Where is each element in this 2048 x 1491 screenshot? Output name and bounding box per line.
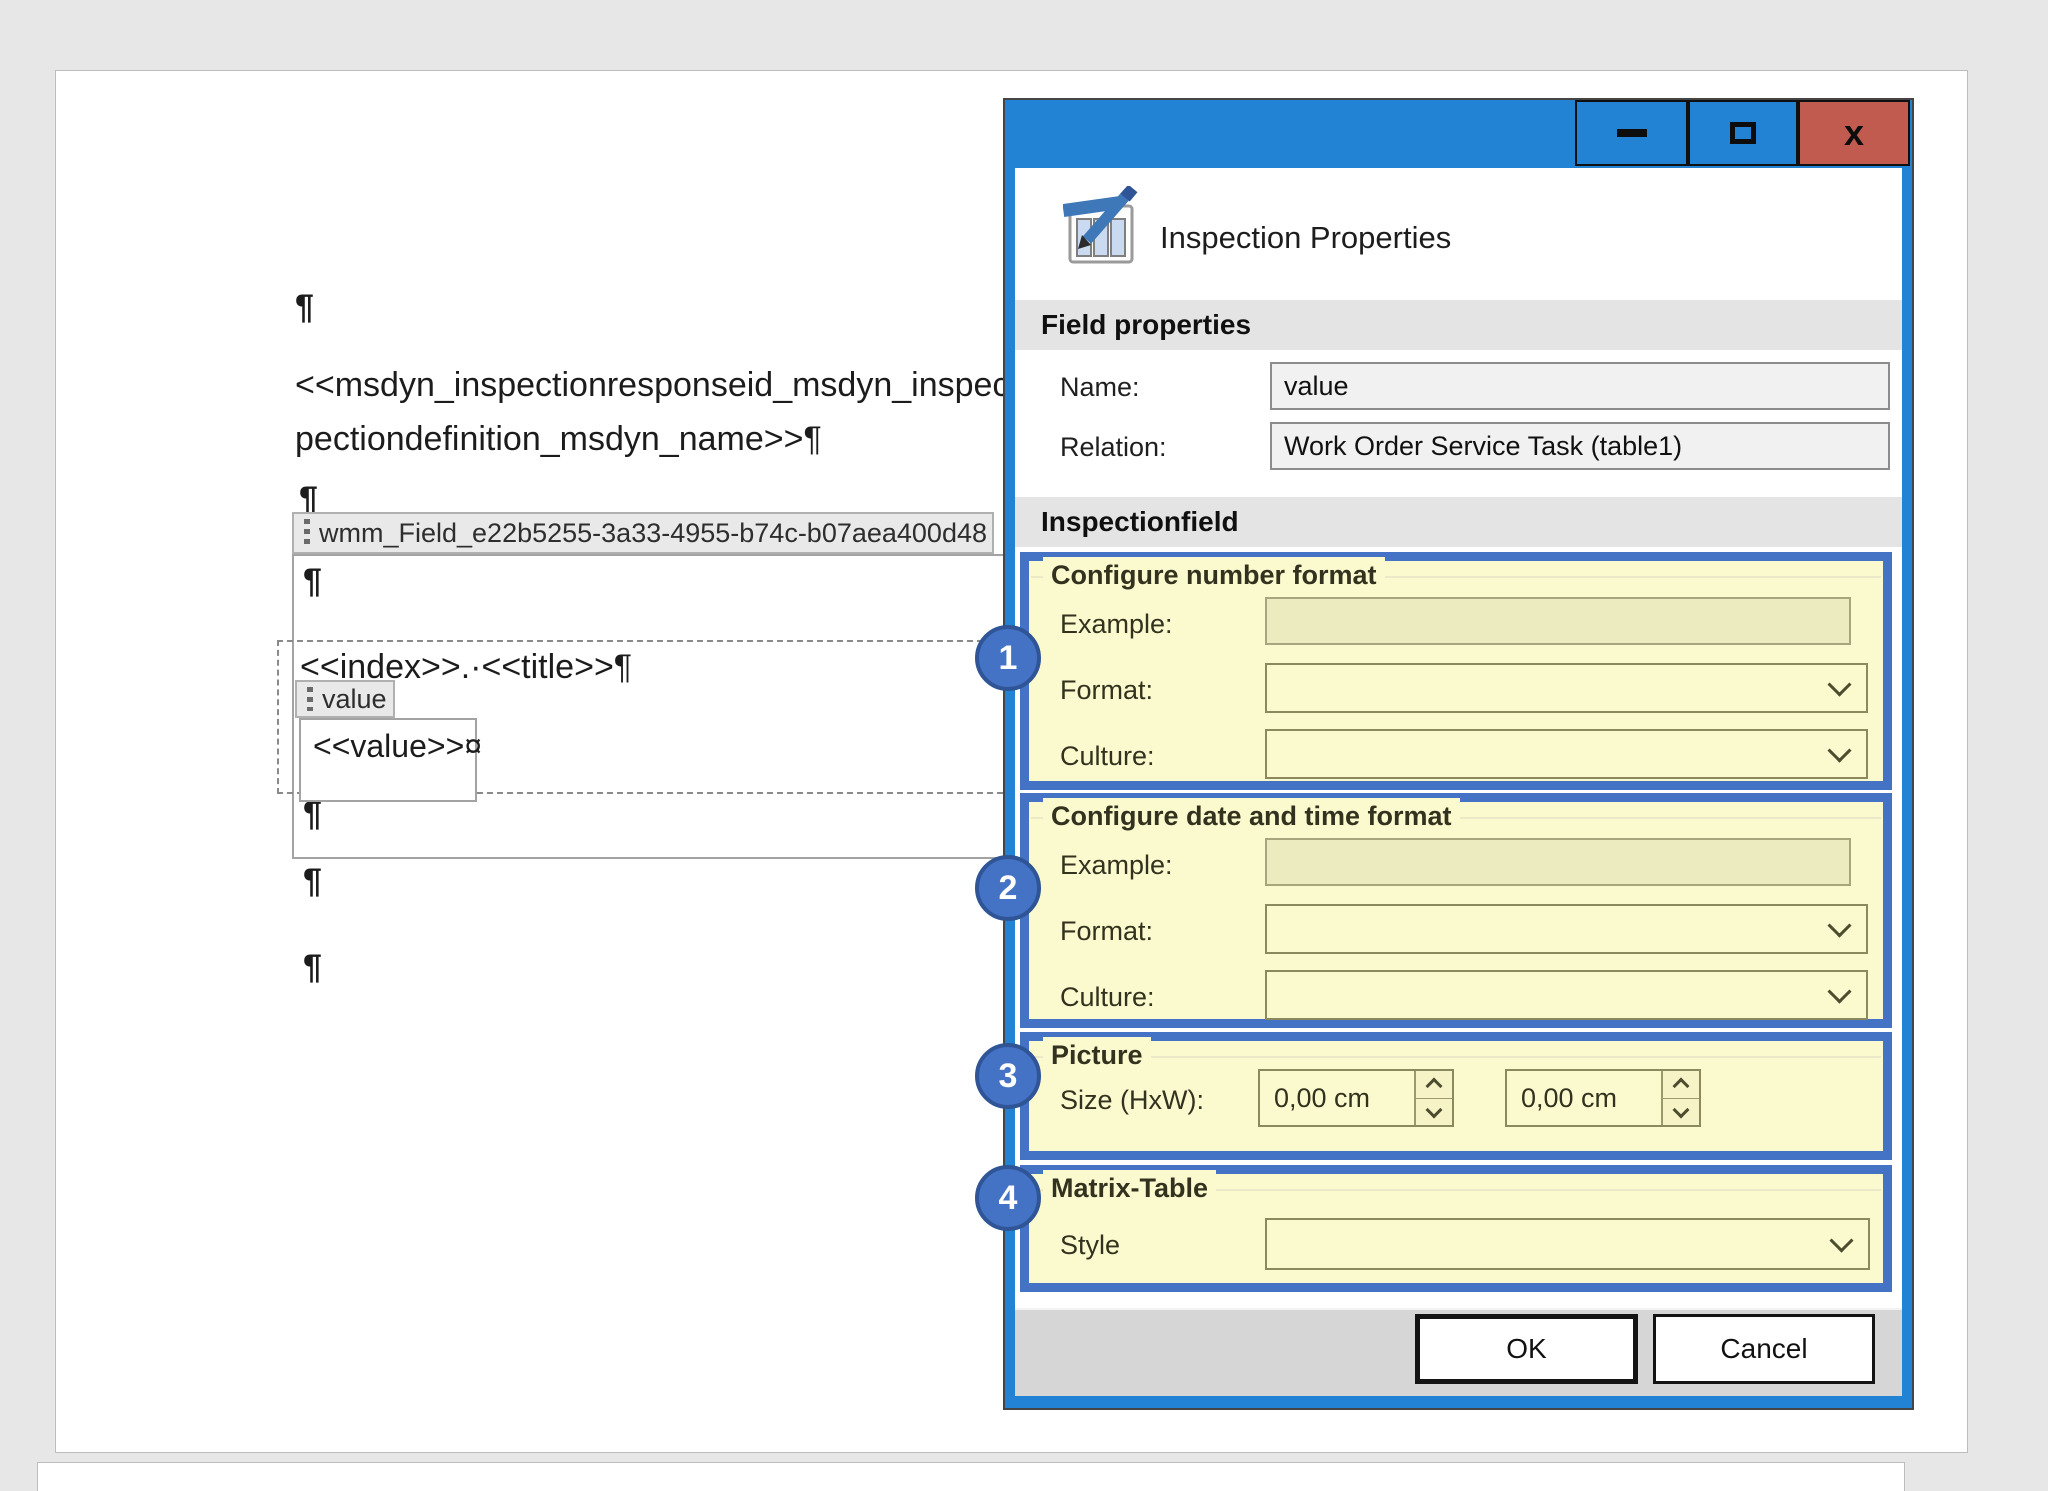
maximize-button[interactable]: [1688, 100, 1798, 166]
picture-height-value: 0,00 cm: [1274, 1071, 1370, 1125]
cancel-button[interactable]: Cancel: [1653, 1314, 1875, 1384]
maximize-icon: [1730, 122, 1756, 144]
number-example-input: [1265, 597, 1851, 645]
paragraph-mark: ¶: [303, 562, 322, 601]
close-button[interactable]: x: [1798, 100, 1910, 166]
chevron-down-icon: [1827, 739, 1851, 763]
value-cell[interactable]: <<value>>¤: [299, 718, 477, 802]
datetime-example-input: [1265, 838, 1851, 886]
picture-height-spinner[interactable]: 0,00 cm: [1258, 1069, 1454, 1127]
size-hxw-label: Size (HxW):: [1060, 1085, 1204, 1116]
picture-width-spinner[interactable]: 0,00 cm: [1505, 1069, 1701, 1127]
example-label: Example:: [1060, 850, 1173, 881]
chevron-down-icon: [1673, 1101, 1690, 1118]
content-control-tag[interactable]: wmm_Field_e22b5255-3a33-4955-b74c-b07aea…: [292, 512, 994, 554]
group-legend: Matrix-Table: [1043, 1170, 1216, 1206]
annotation-badge-1: 1: [975, 625, 1041, 691]
culture-label: Culture:: [1060, 982, 1155, 1013]
app-background: ¶ <<msdyn_inspectionresponseid_msdyn_ins…: [0, 0, 2048, 1491]
datetime-format-combobox[interactable]: [1265, 904, 1868, 954]
chevron-down-icon: [1827, 980, 1851, 1004]
format-label: Format:: [1060, 916, 1153, 947]
annotation-badge-2: 2: [975, 855, 1041, 921]
number-culture-combobox[interactable]: [1265, 729, 1868, 779]
picture-width-value: 0,00 cm: [1521, 1071, 1617, 1125]
field-properties-header: Field properties: [1015, 300, 1902, 350]
relation-label: Relation:: [1060, 432, 1167, 463]
inspection-properties-dialog: x Inspection Properties Field properties…: [1005, 100, 1912, 1408]
spin-up-button[interactable]: [1661, 1071, 1699, 1099]
style-label: Style: [1060, 1230, 1120, 1261]
paragraph-mark: ¶: [303, 862, 322, 901]
merge-field-text-line1: <<msdyn_inspectionresponseid_msdyn_inspe…: [295, 366, 1009, 405]
group-legend: Picture: [1043, 1037, 1151, 1073]
spin-up-button[interactable]: [1414, 1071, 1452, 1099]
paragraph-mark: ¶: [295, 288, 314, 327]
chevron-up-icon: [1426, 1078, 1443, 1095]
name-label: Name:: [1060, 372, 1140, 403]
drag-handle-icon: [307, 687, 313, 711]
close-icon: x: [1844, 112, 1864, 154]
content-control-tag-label: wmm_Field_e22b5255-3a33-4955-b74c-b07aea…: [319, 518, 987, 549]
next-page-edge: [37, 1462, 1905, 1491]
culture-label: Culture:: [1060, 741, 1155, 772]
chevron-down-icon: [1829, 1229, 1853, 1253]
chevron-down-icon: [1827, 673, 1851, 697]
configure-number-format-group: Configure number format Example: Format:…: [1020, 552, 1892, 790]
group-legend: Configure number format: [1043, 557, 1385, 593]
inspection-properties-icon: [1063, 186, 1141, 268]
dialog-titlebar[interactable]: x: [1005, 100, 1912, 168]
annotation-badge-3: 3: [975, 1043, 1041, 1109]
spin-down-button[interactable]: [1414, 1099, 1452, 1126]
chevron-up-icon: [1673, 1078, 1690, 1095]
group-legend-line: [1031, 1056, 1881, 1058]
value-cell-text: <<value>>¤: [313, 728, 482, 764]
dialog-footer: OK Cancel: [1015, 1308, 1902, 1396]
drag-handle-icon: [304, 519, 310, 547]
chevron-down-icon: [1827, 914, 1851, 938]
merge-field-text-line2: pectiondefinition_msdyn_name>>¶: [295, 420, 822, 459]
configure-datetime-format-group: Configure date and time format Example: …: [1020, 793, 1892, 1028]
matrix-table-style-combobox[interactable]: [1265, 1218, 1870, 1270]
format-label: Format:: [1060, 675, 1153, 706]
minimize-button[interactable]: [1575, 100, 1688, 166]
picture-group: Picture Size (HxW): 0,00 cm 0,00 cm: [1020, 1032, 1892, 1160]
spin-down-button[interactable]: [1661, 1099, 1699, 1126]
matrix-table-group: Matrix-Table Style: [1020, 1165, 1892, 1292]
name-input[interactable]: value: [1270, 362, 1890, 410]
chevron-down-icon: [1426, 1101, 1443, 1118]
value-tag-label: value: [322, 684, 387, 715]
value-content-control-tag[interactable]: value: [295, 680, 395, 718]
dialog-title: Inspection Properties: [1160, 220, 1451, 256]
paragraph-mark: ¶: [303, 948, 322, 987]
number-format-combobox[interactable]: [1265, 663, 1868, 713]
minimize-icon: [1617, 129, 1647, 137]
annotation-badge-4: 4: [975, 1165, 1041, 1231]
example-label: Example:: [1060, 609, 1173, 640]
relation-input[interactable]: Work Order Service Task (table1): [1270, 422, 1890, 470]
datetime-culture-combobox[interactable]: [1265, 970, 1868, 1020]
group-legend: Configure date and time format: [1043, 798, 1460, 834]
inspectionfield-header: Inspectionfield: [1015, 497, 1902, 547]
ok-button[interactable]: OK: [1415, 1314, 1638, 1384]
